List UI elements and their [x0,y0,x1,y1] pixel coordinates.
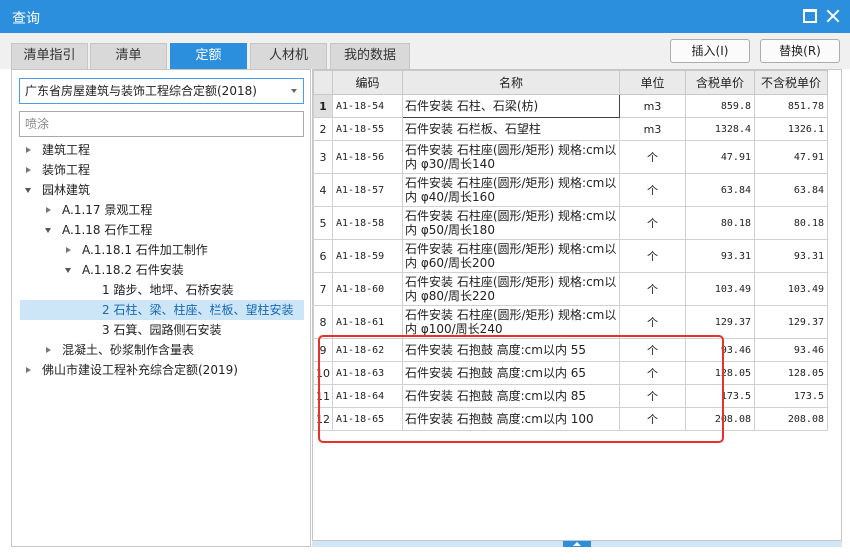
table-row[interactable]: 8 A1-18-61 石件安装 石柱座(圆形/矩形) 规格:cm以内 φ100/… [313,305,828,339]
header-name[interactable]: 名称 [402,70,620,95]
tree-node-building[interactable]: 建筑工程 [20,140,304,160]
header-price-without-tax[interactable]: 不含税单价 [754,70,828,95]
table-row[interactable]: 1 A1-18-54 石件安装 石柱、石梁(枋) m3 859.8 851.78 [313,94,828,118]
close-icon[interactable] [826,9,840,23]
table-row[interactable]: 3 A1-18-56 石件安装 石柱座(圆形/矩形) 规格:cm以内 φ30/周… [313,140,828,174]
tree-node-columns-beams[interactable]: 2 石柱、梁、柱座、栏板、望柱安装 [20,300,304,320]
table-row[interactable]: 4 A1-18-57 石件安装 石柱座(圆形/矩形) 规格:cm以内 φ40/周… [313,173,828,207]
tree-node-steps-floor-bridge[interactable]: 1 踏步、地坪、石桥安装 [20,280,304,300]
window-title: 查询 [12,11,40,27]
header-price-with-tax[interactable]: 含税单价 [685,70,755,95]
replace-button[interactable]: 替换(R) [760,39,840,63]
table-row[interactable]: 5 A1-18-58 石件安装 石柱座(圆形/矩形) 规格:cm以内 φ50/周… [313,206,828,240]
title-bar: 查询 [0,0,850,33]
triangle-down-icon[interactable] [25,188,31,193]
triangle-right-icon[interactable] [26,167,31,173]
triangle-right-icon[interactable] [46,347,51,353]
table-row[interactable]: 10 A1-18-63 石件安装 石抱鼓 高度:cm以内 65 个 128.05… [313,361,828,385]
tree-node-foshan-supplement[interactable]: 佛山市建设工程补充综合定额(2019) [20,360,304,380]
table-header-row: 编码 名称 单位 含税单价 不含税单价 [313,70,828,95]
tab-quota[interactable]: 定额 [170,43,247,69]
left-panel: 广东省房屋建筑与装饰工程综合定额(2018) 喷涂 建筑工程 装饰工程 园林建筑… [11,69,311,547]
tab-list-guide[interactable]: 清单指引 [11,43,88,69]
tree-node-curbstones[interactable]: 3 石箕、园路侧石安装 [20,320,304,340]
table-row[interactable]: 2 A1-18-55 石件安装 石栏板、石望柱 m3 1328.4 1326.1 [313,117,828,141]
triangle-right-icon[interactable] [26,367,31,373]
maximize-icon[interactable] [803,9,817,23]
tree-node-stone-processing[interactable]: A.1.18.1 石件加工制作 [20,240,304,260]
header-code[interactable]: 编码 [332,70,403,95]
tab-labor-material-machine[interactable]: 人材机 [250,43,327,69]
header-unit[interactable]: 单位 [619,70,686,95]
bottom-splitter[interactable] [312,541,842,547]
triangle-right-icon[interactable] [46,207,51,213]
table-row[interactable]: 11 A1-18-64 石件安装 石抱鼓 高度:cm以内 85 个 173.5 … [313,384,828,408]
tree-node-concrete-mortar[interactable]: 混凝土、砂浆制作含量表 [20,340,304,360]
quota-grid-panel: 编码 名称 单位 含税单价 不含税单价 1 A1-18-54 石件安装 石柱、石… [312,69,842,541]
tree-node-garden[interactable]: 园林建筑 [20,180,304,200]
triangle-down-icon[interactable] [45,228,51,233]
table-row[interactable]: 7 A1-18-60 石件安装 石柱座(圆形/矩形) 规格:cm以内 φ80/周… [313,272,828,306]
tree-node-stone-install[interactable]: A.1.18.2 石件安装 [20,260,304,280]
insert-button[interactable]: 插入(I) [670,39,750,63]
tab-bar: 清单指引 清单 定额 人材机 我的数据 插入(I) 替换(R) [0,33,850,69]
triangle-right-icon[interactable] [66,247,71,253]
triangle-right-icon[interactable] [26,147,31,153]
table-row[interactable]: 12 A1-18-65 石件安装 石抱鼓 高度:cm以内 100 个 208.0… [313,407,828,431]
tab-list[interactable]: 清单 [90,43,167,69]
table-row[interactable]: 6 A1-18-59 石件安装 石柱座(圆形/矩形) 规格:cm以内 φ60/周… [313,239,828,273]
quota-library-value: 广东省房屋建筑与装饰工程综合定额(2018) [25,84,257,98]
table-row[interactable]: 9 A1-18-62 石件安装 石抱鼓 高度:cm以内 55 个 93.46 9… [313,338,828,362]
tree-node-decoration[interactable]: 装饰工程 [20,160,304,180]
quota-table: 编码 名称 单位 含税单价 不含税单价 1 A1-18-54 石件安装 石柱、石… [313,70,828,431]
tab-my-data[interactable]: 我的数据 [330,43,410,69]
quota-library-select[interactable]: 广东省房屋建筑与装饰工程综合定额(2018) [19,78,304,104]
tree-node-landscape[interactable]: A.1.17 景观工程 [20,200,304,220]
search-input[interactable]: 喷涂 [19,111,304,137]
chevron-down-icon [291,89,297,93]
tree-node-stonework[interactable]: A.1.18 石作工程 [20,220,304,240]
triangle-down-icon[interactable] [65,268,71,273]
chevron-up-icon[interactable] [563,541,591,547]
header-row-number [313,70,333,95]
